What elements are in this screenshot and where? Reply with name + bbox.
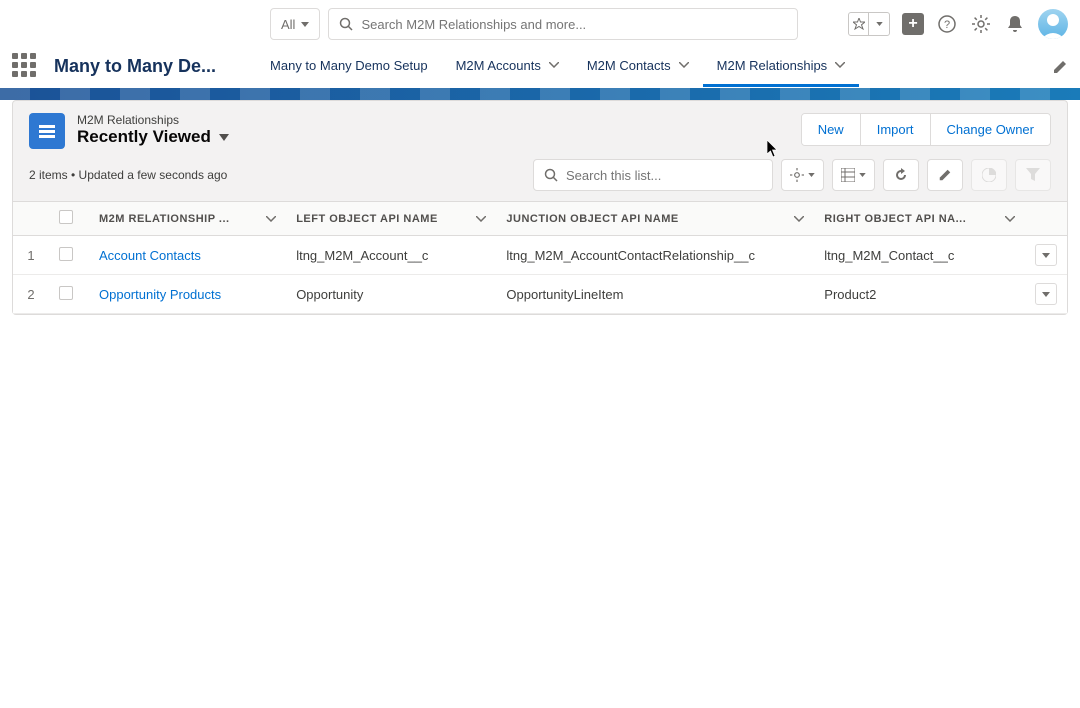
data-table: M2M RELATIONSHIP ... LEFT OBJECT API NAM… [13,201,1067,314]
caret-down-icon [301,22,309,27]
app-name: Many to Many De... [54,56,216,77]
search-scope-select[interactable]: All [270,8,320,40]
list-view-controls-button[interactable] [781,159,824,191]
tab-m2m-contacts[interactable]: M2M Contacts [573,47,703,87]
row-checkbox[interactable] [59,247,73,261]
chevron-down-icon[interactable] [835,62,845,68]
column-header-junction[interactable]: JUNCTION OBJECT API NAME [496,202,814,236]
notifications-button[interactable] [1004,13,1026,35]
pie-icon [982,168,996,182]
chart-button [971,159,1007,191]
table-icon [841,168,855,182]
refresh-icon [894,168,908,182]
list-view-picker[interactable]: Recently Viewed [77,127,229,147]
caret-down-icon [859,173,866,177]
tab-label: M2M Contacts [587,58,671,73]
table-row: 2 Opportunity Products Opportunity Oppor… [13,275,1067,314]
object-label: M2M Relationships [77,113,229,127]
list-status: 2 items • Updated a few seconds ago [29,168,227,182]
cell-right: ltng_M2M_Contact__c [814,236,1025,275]
help-button[interactable]: ? [936,13,958,35]
import-button[interactable]: Import [860,114,930,145]
cell-left: ltng_M2M_Account__c [286,236,496,275]
chevron-down-icon[interactable] [679,62,689,68]
list-search[interactable] [533,159,773,191]
tab-label: M2M Accounts [456,58,541,73]
user-avatar[interactable] [1038,9,1068,39]
bell-icon [1007,15,1023,33]
cell-right: Product2 [814,275,1025,314]
column-header-name[interactable]: M2M RELATIONSHIP ... [89,202,286,236]
pencil-icon [1052,59,1068,75]
view-name-label: Recently Viewed [77,127,211,147]
svg-text:?: ? [944,19,950,31]
app-launcher-button[interactable] [12,53,40,81]
caret-down-icon [869,13,889,35]
filter-button [1015,159,1051,191]
question-icon: ? [938,15,956,33]
avatar-icon [1038,9,1068,39]
caret-down-icon [1042,253,1050,258]
row-number: 1 [13,236,49,275]
filter-icon [1026,168,1040,182]
search-scope-label: All [281,17,295,32]
refresh-button[interactable] [883,159,919,191]
tab-label: M2M Relationships [717,58,828,73]
chevron-down-icon[interactable] [1005,216,1015,222]
row-checkbox[interactable] [59,286,73,300]
cell-junction: OpportunityLineItem [496,275,814,314]
gear-icon [972,15,990,33]
action-button-group: New Import Change Owner [801,113,1051,146]
table-row: 1 Account Contacts ltng_M2M_Account__c l… [13,236,1067,275]
chevron-down-icon[interactable] [794,216,804,222]
display-as-button[interactable] [832,159,875,191]
tab-setup[interactable]: Many to Many Demo Setup [256,47,442,87]
brand-banner [0,88,1080,100]
row-actions-button[interactable] [1035,283,1057,305]
tab-label: Many to Many Demo Setup [270,58,428,73]
column-header-left[interactable]: LEFT OBJECT API NAME [286,202,496,236]
pencil-icon [938,168,952,182]
row-actions-button[interactable] [1035,244,1057,266]
search-icon [339,17,353,31]
search-icon [544,168,558,182]
edit-nav-button[interactable] [1052,59,1068,75]
favorites-split-button[interactable] [848,12,890,36]
change-owner-button[interactable]: Change Owner [930,114,1050,145]
list-search-input[interactable] [566,168,762,183]
chevron-down-icon[interactable] [549,62,559,68]
column-header-right[interactable]: RIGHT OBJECT API NA... [814,202,1025,236]
row-number: 2 [13,275,49,314]
cell-left: Opportunity [286,275,496,314]
object-icon [29,113,65,149]
tab-m2m-accounts[interactable]: M2M Accounts [442,47,573,87]
caret-down-icon [1042,292,1050,297]
new-button[interactable]: New [802,114,860,145]
record-link[interactable]: Account Contacts [99,248,201,263]
plus-icon: + [908,15,917,33]
select-all-checkbox[interactable] [59,210,73,224]
chevron-down-icon[interactable] [266,216,276,222]
global-search[interactable] [328,8,798,40]
tab-m2m-relationships[interactable]: M2M Relationships [703,47,860,87]
inline-edit-button[interactable] [927,159,963,191]
setup-button[interactable] [970,13,992,35]
global-actions-button[interactable]: + [902,13,924,35]
gear-icon [790,168,804,182]
caret-down-icon [808,173,815,177]
star-icon [849,13,869,35]
record-link[interactable]: Opportunity Products [99,287,221,302]
caret-down-icon [219,134,229,141]
cell-junction: ltng_M2M_AccountContactRelationship__c [496,236,814,275]
chevron-down-icon[interactable] [476,216,486,222]
global-search-input[interactable] [361,17,787,32]
